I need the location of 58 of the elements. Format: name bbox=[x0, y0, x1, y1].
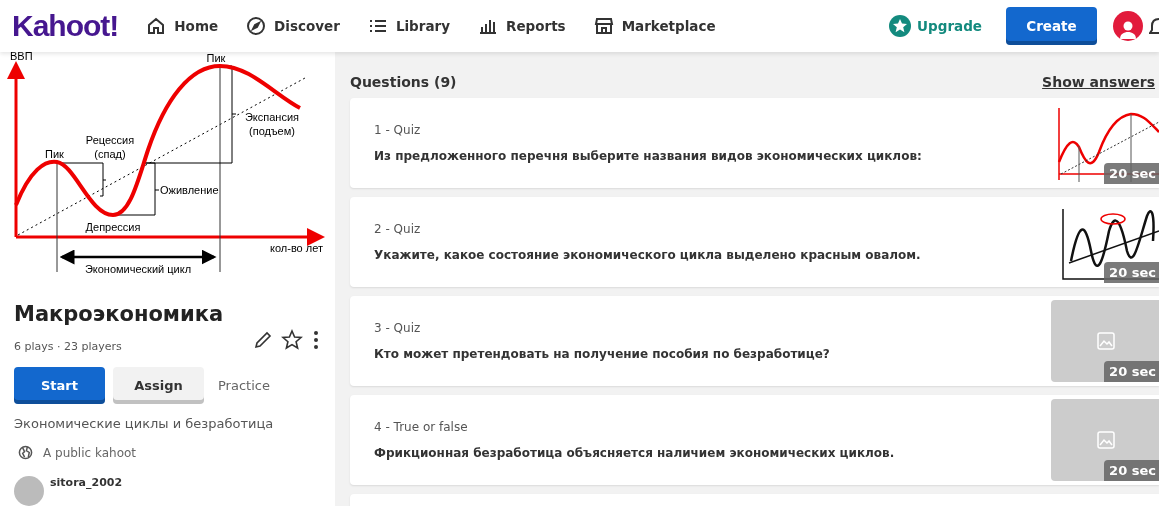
question-card[interactable]: 3 - Quiz Кто может претендовать на получение пособия по безработице? 20 sec bbox=[350, 296, 1159, 386]
nav-link[interactable]: Discover bbox=[246, 16, 340, 36]
visibility-label: A public kahoot bbox=[43, 445, 137, 460]
globe-icon bbox=[18, 445, 33, 460]
nav-link[interactable]: Library bbox=[367, 16, 450, 36]
peak-label: Пик bbox=[206, 52, 226, 64]
image-placeholder-icon bbox=[1097, 431, 1115, 449]
nav-link[interactable]: Marketplace bbox=[593, 16, 716, 36]
start-button[interactable]: Start bbox=[14, 367, 105, 404]
time-limit-badge: 20 sec bbox=[1104, 163, 1159, 184]
star-badge-icon bbox=[889, 15, 912, 37]
question-type: 1 - Quiz bbox=[374, 123, 422, 137]
store-icon bbox=[593, 16, 614, 36]
time-limit-badge: 20 sec bbox=[1104, 361, 1159, 382]
expansion-note: (подъем) bbox=[249, 125, 295, 137]
cycle-label: Экономический цикл bbox=[84, 263, 192, 275]
time-limit-badge: 20 sec bbox=[1104, 262, 1159, 283]
practice-link[interactable]: Practice bbox=[218, 378, 270, 393]
kahoot-description: Экономические циклы и безработица bbox=[14, 416, 275, 431]
pencil-icon[interactable] bbox=[253, 329, 273, 350]
questions-heading: Questions (9) bbox=[350, 74, 457, 90]
axis-label: кол-во лет bbox=[270, 242, 323, 254]
star-icon[interactable] bbox=[281, 328, 303, 351]
nav-link[interactable]: Reports bbox=[478, 16, 566, 36]
upgrade-link[interactable]: Upgrade bbox=[889, 15, 982, 37]
question-card[interactable]: 2 - Quiz Укажите, какое состояние экономического цикла выделено красным овалом. 20 sec bbox=[350, 197, 1159, 287]
bell-icon[interactable] bbox=[1149, 16, 1159, 36]
question-card[interactable]: 4 - True or false Фрикционная безработица объясняется наличием экономических циклов. 20 sec bbox=[350, 395, 1159, 485]
question-type: 2 - Quiz bbox=[374, 222, 422, 236]
question-text: Из предложенного перечня выберите названия видов экономических циклов: bbox=[374, 149, 923, 163]
compass-icon bbox=[246, 16, 267, 36]
assign-button[interactable]: Assign bbox=[113, 367, 204, 404]
question-text: Укажите, какое состояние экономического цикла выделено красным овалом. bbox=[374, 248, 922, 262]
question-card[interactable]: 1 - Quiz Из предложенного перечня выберите названия видов экономических циклов: 20 sec bbox=[350, 98, 1159, 188]
recession-note: (спад) bbox=[94, 148, 126, 160]
recession-label: Рецессия bbox=[85, 134, 135, 146]
more-options-icon[interactable] bbox=[311, 329, 321, 350]
recovery-label: Оживление bbox=[160, 184, 219, 196]
author-name[interactable]: sitora_2002 bbox=[50, 476, 123, 489]
image-placeholder-icon bbox=[1097, 332, 1115, 350]
peak-label: Пик bbox=[45, 148, 64, 160]
expansion-label: Экспансия bbox=[244, 111, 300, 123]
play-stats: 6 plays · 23 players bbox=[14, 340, 122, 353]
home-icon bbox=[146, 16, 167, 36]
show-answers-link[interactable]: Show answers bbox=[1042, 74, 1155, 90]
question-text: Фрикционная безработица объясняется наличием экономических циклов. bbox=[374, 446, 896, 460]
profile-avatar[interactable] bbox=[1113, 11, 1143, 41]
create-button[interactable]: Create bbox=[1006, 7, 1097, 45]
kahoot-logo[interactable]: Kahoot! bbox=[12, 9, 119, 43]
author-avatar bbox=[14, 476, 44, 506]
nav-link[interactable]: Home bbox=[146, 16, 219, 36]
time-limit-badge: 20 sec bbox=[1104, 460, 1159, 481]
kahoot-title: Макроэкономика bbox=[14, 302, 225, 326]
question-text: Кто может претендовать на получение пособия по безработице? bbox=[374, 347, 831, 361]
question-type: 3 - Quiz bbox=[374, 321, 422, 335]
depression-label: Депрессия bbox=[85, 221, 141, 233]
question-type: 4 - True or false bbox=[374, 420, 469, 434]
axis-label: ВВП bbox=[10, 52, 33, 62]
